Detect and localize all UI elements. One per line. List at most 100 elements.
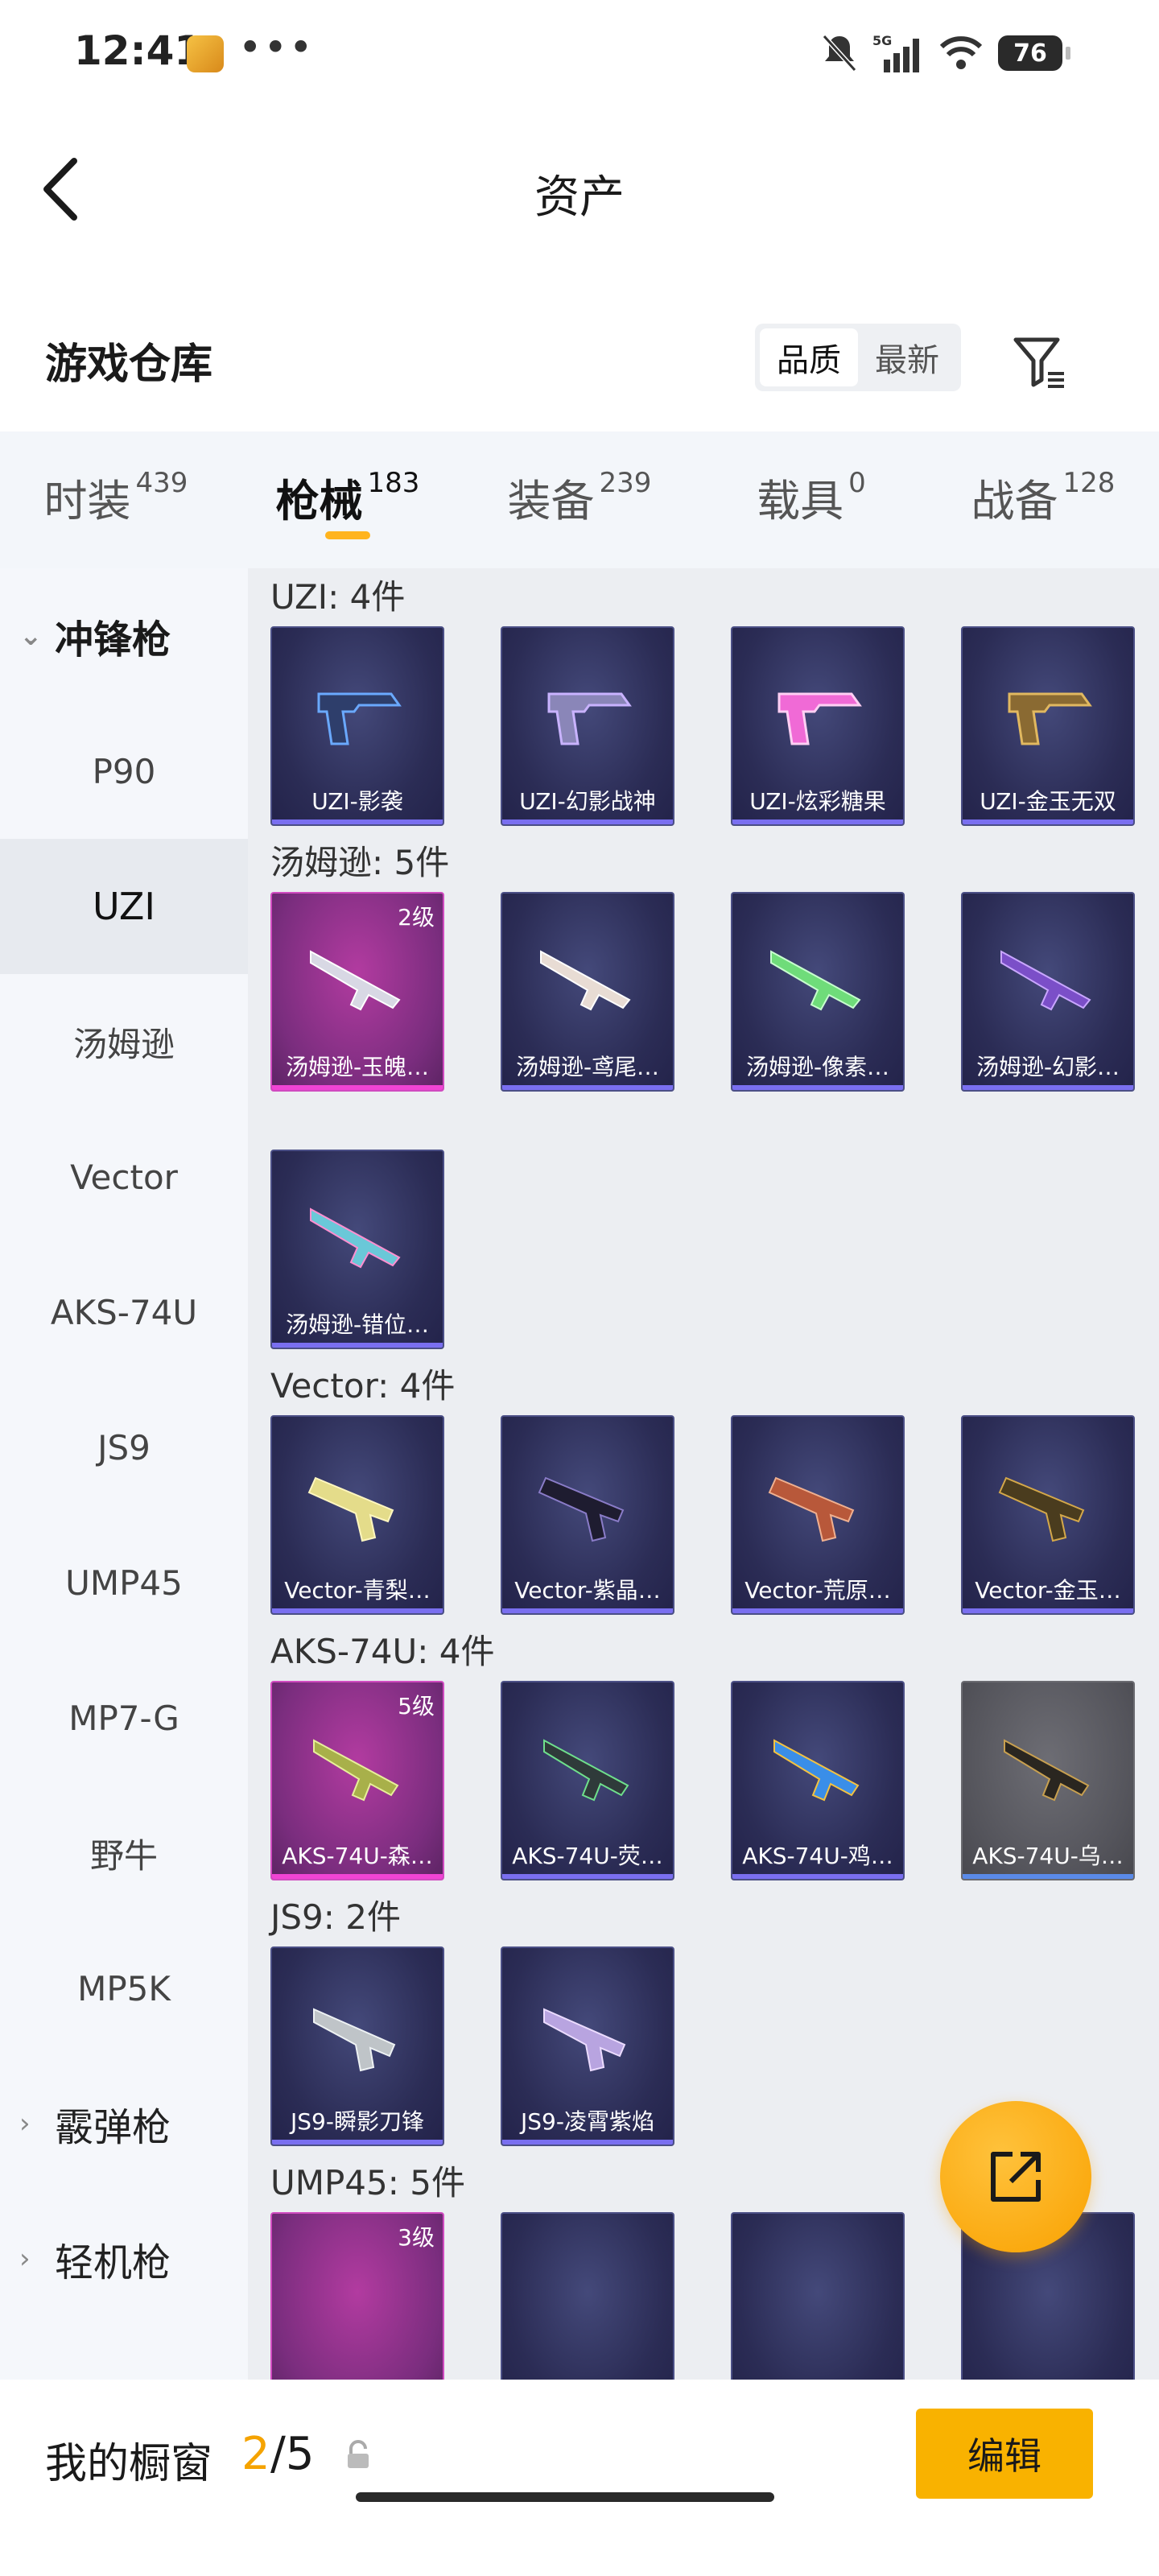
category-tabs: 时装 439 枪械 183 装备 239 载具 0 战备 128	[0, 431, 1159, 568]
level-badge: 3级	[398, 2224, 435, 2251]
skin-name: UZI-幻影战神	[519, 788, 656, 815]
sort-quality-button[interactable]: 品质	[760, 328, 858, 386]
skin-name: JS9-瞬影刀锋	[291, 2108, 424, 2135]
skin-card[interactable]	[731, 2212, 905, 2380]
sidebar-item-uzi[interactable]: UZI	[0, 839, 248, 974]
tab-count: 0	[848, 467, 866, 499]
rarity-bar	[272, 1085, 443, 1090]
sort-toggle: 品质 最新	[755, 324, 961, 391]
tab-vehicles[interactable]: 载具 0	[695, 431, 927, 568]
rarity-bar	[963, 819, 1133, 824]
rarity-bar	[502, 1608, 673, 1613]
tab-supplies[interactable]: 战备 128	[927, 431, 1159, 568]
sidebar-item-vector[interactable]: Vector	[0, 1109, 248, 1245]
status-bar: 12:41 ••• 5G 76	[0, 0, 1159, 105]
skin-name: 汤姆逊-像素…	[745, 1054, 890, 1080]
tab-equipment[interactable]: 装备 239	[464, 431, 695, 568]
smg-icon	[313, 2008, 396, 2072]
share-fab-button[interactable]	[940, 2101, 1091, 2252]
skin-name: Vector-紫晶…	[514, 1577, 661, 1604]
sidebar-category-smg[interactable]: ⌄ 冲锋枪	[0, 568, 248, 704]
skin-card[interactable]: Vector-青梨…	[270, 1415, 444, 1615]
showcase-label: 我的橱窗	[45, 2440, 213, 2488]
sidebar-item-js9[interactable]: JS9	[0, 1380, 248, 1515]
rarity-bar	[732, 819, 903, 824]
sidebar-category-lmg[interactable]: › 轻机枪	[0, 2191, 248, 2326]
rifle-icon	[310, 950, 401, 1011]
skin-card[interactable]: 汤姆逊-错位…	[270, 1150, 444, 1349]
skin-card[interactable]: UZI-金玉无双	[961, 626, 1135, 826]
group-title-vector: Vector: 4件	[270, 1366, 456, 1406]
battery-icon: 76	[998, 35, 1070, 71]
tab-count: 239	[599, 467, 652, 499]
rarity-bar	[502, 2140, 673, 2145]
skin-card[interactable]: 汤姆逊-幻影…	[961, 892, 1135, 1092]
sidebar-item-mp7g[interactable]: MP7-G	[0, 1650, 248, 1785]
tab-fashion[interactable]: 时装 439	[0, 431, 232, 568]
skin-card[interactable]: UZI-幻影战神	[501, 626, 674, 826]
rarity-bar	[502, 1085, 673, 1090]
skin-card[interactable]: 3级	[270, 2212, 444, 2380]
skin-card[interactable]: 5级 AKS-74U-森…	[270, 1681, 444, 1880]
tab-label: 载具	[757, 476, 844, 526]
skin-card[interactable]: 汤姆逊-像素…	[731, 892, 905, 1092]
tab-label: 战备	[971, 476, 1058, 526]
skin-card[interactable]: UZI-炫彩糖果	[731, 626, 905, 826]
sidebar-category-label: 轻机枪	[55, 2240, 171, 2285]
more-notifications-icon: •••	[238, 24, 315, 71]
skin-card[interactable]: AKS-74U-鸡…	[731, 1681, 905, 1880]
group-cards-uzi: UZI-影袭 UZI-幻影战神 UZI-炫彩糖果 UZI-金玉无双	[270, 626, 1159, 826]
tab-count: 128	[1062, 467, 1116, 499]
rarity-bar	[272, 1874, 443, 1879]
share-export-icon	[991, 2152, 1041, 2202]
rarity-bar	[732, 1085, 903, 1090]
rarity-bar	[502, 819, 673, 824]
lock-icon	[348, 2440, 369, 2468]
skin-name: 汤姆逊-鸢尾…	[515, 1054, 660, 1080]
skin-name: UZI-影袭	[311, 788, 403, 815]
sidebar-item-ump45[interactable]: UMP45	[0, 1515, 248, 1650]
home-indicator[interactable]	[356, 2492, 774, 2502]
group-title-uzi: UZI: 4件	[270, 577, 406, 617]
rarity-bar	[732, 1608, 903, 1613]
sidebar-item-aks74u[interactable]: AKS-74U	[0, 1245, 248, 1380]
skin-card[interactable]: Vector-金玉…	[961, 1415, 1135, 1615]
rarity-bar	[272, 1608, 443, 1613]
skin-card[interactable]: AKS-74U-荧…	[501, 1681, 674, 1880]
app-notification-icon	[187, 35, 224, 72]
network-label: 5G	[872, 33, 892, 48]
skin-card[interactable]: 汤姆逊-鸢尾…	[501, 892, 674, 1092]
rarity-bar	[272, 1343, 443, 1348]
sidebar-category-shotgun[interactable]: › 霰弹枪	[0, 2056, 248, 2191]
skin-card[interactable]: 2级 汤姆逊-玉魄…	[270, 892, 444, 1092]
smg-icon	[543, 2008, 626, 2072]
skin-name: AKS-74U-森…	[282, 1843, 433, 1869]
sort-latest-button[interactable]: 最新	[858, 328, 956, 386]
sidebar-item-mp5k[interactable]: MP5K	[0, 1921, 248, 2056]
tab-label: 时装	[43, 476, 131, 526]
skin-card[interactable]: UZI-影袭	[270, 626, 444, 826]
sidebar-item-bizon[interactable]: 野牛	[0, 1785, 248, 1921]
rarity-bar	[963, 1085, 1133, 1090]
sidebar-item-thompson[interactable]: 汤姆逊	[0, 974, 248, 1109]
group-title-thompson: 汤姆逊: 5件	[270, 843, 450, 882]
smg-icon	[768, 1476, 855, 1542]
filter-icon[interactable]	[1011, 333, 1069, 391]
smg-icon	[538, 1476, 625, 1542]
sidebar-item-p90[interactable]: P90	[0, 704, 248, 839]
status-icons: 5G 76	[821, 29, 1070, 77]
tab-count: 439	[135, 467, 188, 499]
rarity-bar	[272, 819, 443, 824]
skin-card[interactable]: JS9-瞬影刀锋	[270, 1946, 444, 2146]
rifle-icon	[1004, 1739, 1090, 1802]
skin-card[interactable]: AKS-74U-乌…	[961, 1681, 1135, 1880]
skin-card[interactable]	[501, 2212, 674, 2380]
skin-card[interactable]: Vector-荒原…	[731, 1415, 905, 1615]
edit-showcase-button[interactable]: 编辑	[916, 2409, 1093, 2499]
skin-card[interactable]: Vector-紫晶…	[501, 1415, 674, 1615]
rifle-icon	[313, 1739, 399, 1802]
tab-firearms[interactable]: 枪械 183	[232, 431, 464, 568]
signal-5g-icon: 5G	[872, 33, 919, 72]
smg-icon	[547, 692, 632, 745]
skin-card[interactable]: JS9-凌霄紫焰	[501, 1946, 674, 2146]
